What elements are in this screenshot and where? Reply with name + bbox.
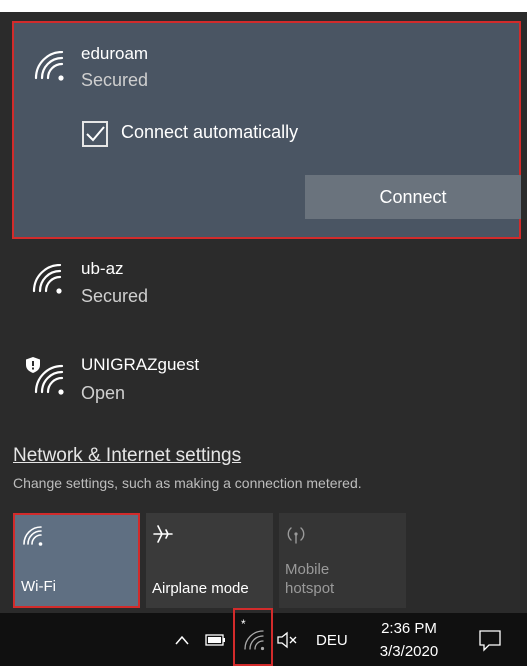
tile-label: Airplane mode — [152, 580, 249, 597]
quick-action-mobile-hotspot[interactable]: Mobile hotspot — [279, 513, 406, 608]
airplane-icon — [153, 525, 173, 543]
top-background — [0, 0, 527, 12]
network-status: Open — [81, 383, 126, 403]
action-center-icon[interactable] — [478, 628, 502, 652]
network-name: UNIGRAZguest — [81, 355, 200, 374]
network-settings-description: Change settings, such as making a connec… — [13, 475, 362, 491]
network-settings-link[interactable]: Network & Internet settings — [13, 445, 241, 467]
hotspot-icon — [287, 527, 305, 544]
connect-automatically-checkbox[interactable] — [82, 121, 108, 147]
wifi-signal-icon — [34, 51, 64, 81]
clock-time[interactable]: 2:36 PM — [374, 620, 444, 637]
network-status: Secured — [81, 286, 149, 306]
tile-label: Mobile hotspot — [285, 561, 335, 597]
network-name: ub-az — [81, 259, 124, 278]
wifi-open-network-icon — [26, 357, 64, 395]
battery-icon[interactable] — [205, 633, 227, 647]
connect-automatically-label: Connect automatically — [121, 122, 299, 142]
network-name: eduroam — [81, 44, 149, 63]
tray-wifi-highlight — [233, 608, 273, 666]
wifi-icon — [23, 526, 43, 546]
chevron-up-icon[interactable] — [174, 635, 190, 645]
network-status: Secured — [81, 70, 149, 90]
tile-label: Wi-Fi — [21, 578, 56, 595]
language-indicator[interactable]: DEU — [316, 632, 348, 649]
speaker-muted-icon[interactable] — [276, 631, 298, 649]
network-item-eduroam[interactable]: eduroam Secured Connect automatically Co… — [12, 21, 521, 239]
checkmark-icon — [86, 126, 105, 142]
quick-action-wifi[interactable]: Wi-Fi — [13, 513, 140, 608]
wifi-signal-icon — [32, 264, 62, 294]
quick-action-airplane-mode[interactable]: Airplane mode — [146, 513, 273, 608]
connect-button[interactable]: Connect — [305, 175, 521, 219]
clock-date[interactable]: 3/3/2020 — [374, 643, 444, 660]
